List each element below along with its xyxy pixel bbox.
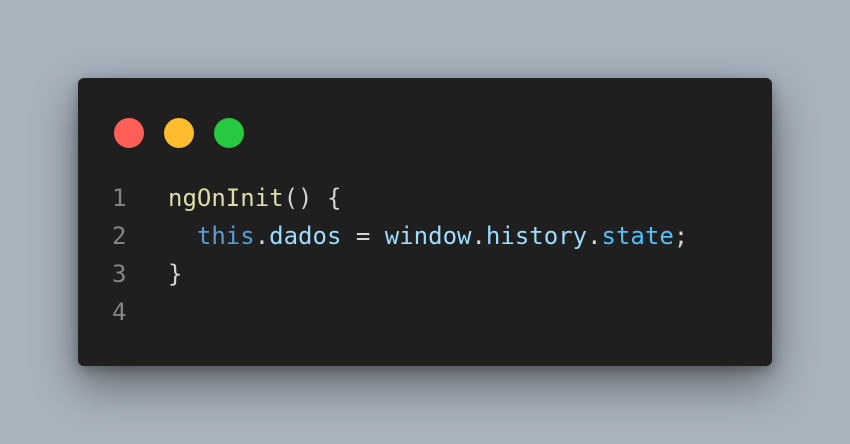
- code-token: .: [471, 222, 486, 250]
- window-controls: [114, 118, 244, 148]
- code-token: .: [587, 222, 602, 250]
- code-token: dados: [269, 222, 342, 250]
- code-window: 1 ngOnInit() {2 this.dados = window.histo…: [78, 78, 772, 366]
- maximize-dot[interactable]: [214, 118, 244, 148]
- code-token: window: [384, 222, 472, 250]
- code-token: state: [601, 222, 674, 250]
- code-line: 1 ngOnInit() {: [112, 179, 688, 217]
- code-token: =: [341, 222, 385, 250]
- line-number: 4: [112, 298, 127, 326]
- line-number: 3: [112, 260, 127, 288]
- code-token: history: [485, 222, 588, 250]
- code-block: 1 ngOnInit() {2 this.dados = window.histo…: [112, 179, 688, 331]
- code-token: }: [168, 260, 183, 288]
- code-line: 3}: [112, 255, 688, 293]
- code-line: 4: [112, 293, 688, 331]
- close-dot[interactable]: [114, 118, 144, 148]
- line-content: this.dados = window.history.state;: [168, 217, 688, 255]
- code-token: this: [196, 222, 255, 250]
- code-token: .: [254, 222, 270, 250]
- code-token: () {: [283, 184, 342, 212]
- line-content: ngOnInit() {: [168, 179, 341, 217]
- code-line: 2 this.dados = window.history.state;: [112, 217, 688, 255]
- code-token: ;: [673, 222, 689, 250]
- line-content: }: [168, 255, 182, 293]
- line-number: 2: [112, 222, 127, 250]
- minimize-dot[interactable]: [164, 118, 194, 148]
- code-token: ngOnInit: [168, 184, 284, 212]
- line-number: 1: [112, 184, 127, 212]
